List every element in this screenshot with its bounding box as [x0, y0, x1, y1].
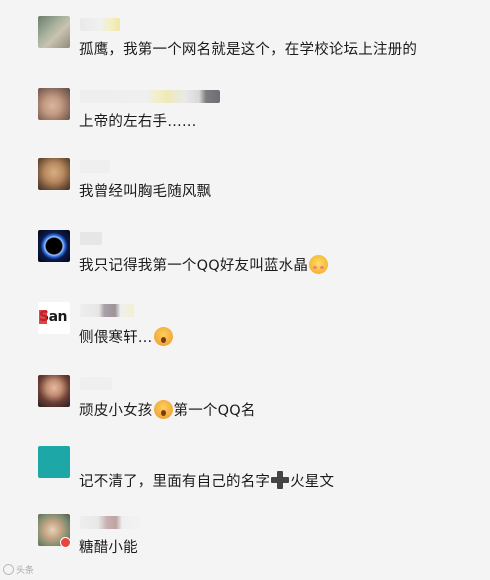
plus-icon: [271, 471, 290, 489]
comment-item: 顽皮小女孩 第一个QQ名: [0, 375, 490, 435]
comment-item: 孤鹰，我第一个网名就是这个，在学校论坛上注册的: [0, 16, 490, 76]
comment-text-segment: 我只记得我第一个QQ好友叫蓝水晶: [79, 258, 309, 274]
avatar[interactable]: [38, 16, 70, 48]
comment-text: 上帝的左右手……: [79, 114, 197, 130]
red-badge-icon: [60, 537, 71, 548]
username-blurred[interactable]: [80, 160, 110, 173]
comment-item: 上帝的左右手……: [0, 88, 490, 148]
comment-text: 我只记得我第一个QQ好友叫蓝水晶: [79, 255, 329, 275]
username-blurred[interactable]: [80, 304, 134, 317]
avatar[interactable]: [38, 446, 70, 478]
username-blurred[interactable]: [80, 516, 140, 529]
comment-text-segment: 记不清了，里面有自己的名字: [79, 474, 271, 490]
comment-item: 我只记得我第一个QQ好友叫蓝水晶: [0, 230, 490, 290]
avatar[interactable]: [38, 230, 70, 262]
comment-text-segment: 火星文: [290, 474, 335, 490]
comment-item: 记不清了，里面有自己的名字 火星文: [0, 446, 490, 506]
comment-item: 我曾经叫胸毛随风飘: [0, 158, 490, 218]
watermark: 头条: [3, 563, 34, 576]
watermark-text: 头条: [16, 566, 35, 576]
avatar[interactable]: [38, 375, 70, 407]
san-logo-accent: [39, 310, 47, 324]
comment-item: San 侧偎寒轩…: [0, 302, 490, 362]
comment-text-segment: 侧偎寒轩…: [79, 330, 153, 346]
surprised-emoji-icon: [153, 400, 173, 419]
comment-list: 孤鹰，我第一个网名就是这个，在学校论坛上注册的 上帝的左右手…… 我曾经叫胸毛随…: [0, 0, 490, 580]
comment-text: 侧偎寒轩…: [79, 327, 174, 347]
comment-text: 记不清了，里面有自己的名字 火星文: [79, 471, 334, 491]
comment-text: 我曾经叫胸毛随风飘: [79, 184, 212, 200]
username-blurred[interactable]: [80, 377, 112, 390]
comment-text-segment: 第一个QQ名: [173, 403, 256, 419]
surprised-emoji-icon: [153, 327, 173, 346]
comment-text: 糖醋小能: [79, 540, 138, 556]
comment-text-segment: 顽皮小女孩: [79, 403, 153, 419]
username-blurred[interactable]: [80, 90, 220, 103]
avatar[interactable]: San: [38, 302, 70, 334]
watermark-logo-icon: [3, 564, 14, 575]
username-blurred[interactable]: [80, 18, 120, 31]
avatar[interactable]: [38, 88, 70, 120]
username-blurred[interactable]: [80, 232, 102, 245]
blush-emoji-icon: [309, 255, 329, 274]
comment-text: 孤鹰，我第一个网名就是这个，在学校论坛上注册的: [79, 42, 418, 58]
avatar[interactable]: [38, 158, 70, 190]
comment-text: 顽皮小女孩 第一个QQ名: [79, 400, 256, 420]
comment-item: 糖醋小能: [0, 514, 490, 574]
